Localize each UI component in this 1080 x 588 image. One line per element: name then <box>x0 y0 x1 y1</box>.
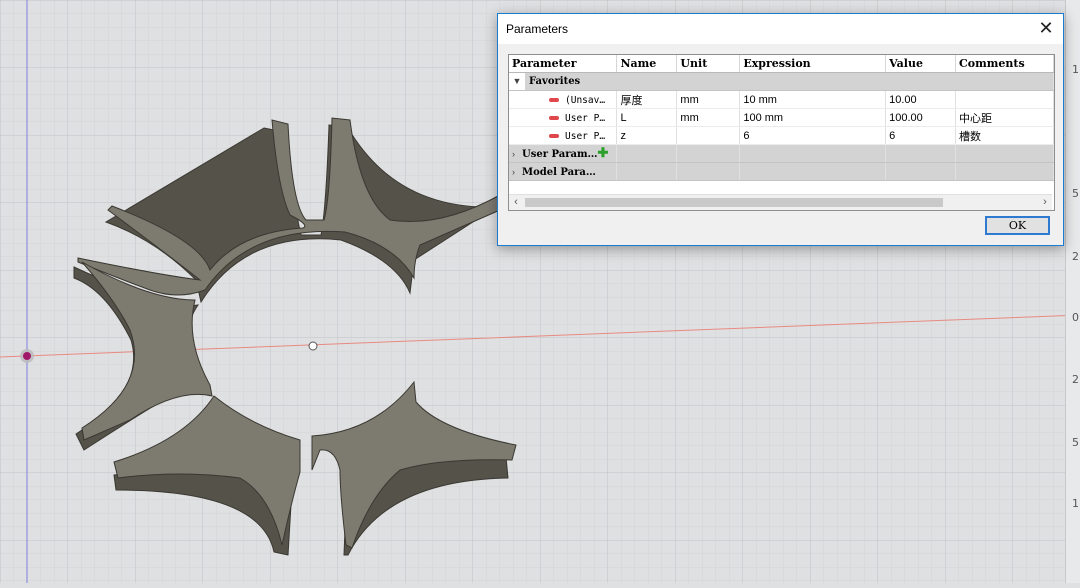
cell-value: 100.00 <box>885 108 957 127</box>
user-parameters-group-row[interactable]: › User Param…✚ <box>509 144 1054 163</box>
model-params-label: Model Para… <box>522 166 596 178</box>
cell-name[interactable]: L <box>616 108 678 127</box>
parameters-dialog: Parameters ✕ Parameter Name Unit Express… <box>497 13 1064 246</box>
cell-value: 6 <box>885 126 957 145</box>
ruler-label: 1 <box>1072 63 1079 76</box>
cell-parameter: User P… <box>565 130 606 142</box>
favorites-group-row[interactable]: ▼ Favorites <box>509 72 1054 91</box>
dialog-title: Parameters <box>506 22 569 36</box>
cell-comments[interactable]: 中心距 <box>955 108 1054 127</box>
ruler-label: 0 <box>1072 311 1079 324</box>
cell-expression[interactable]: 6 <box>739 126 887 145</box>
scrollbar-thumb[interactable] <box>525 198 943 207</box>
cell-expression[interactable]: 10 mm <box>739 90 887 109</box>
cell-name[interactable]: 厚度 <box>616 90 678 109</box>
column-header-value[interactable]: Value <box>885 55 957 73</box>
close-button[interactable]: ✕ <box>1029 14 1063 44</box>
cell-unit[interactable]: mm <box>676 90 741 109</box>
horizontal-scrollbar[interactable]: ‹ › <box>509 194 1052 210</box>
origin-point[interactable] <box>23 352 31 360</box>
column-header-comments[interactable]: Comments <box>955 55 1054 73</box>
table-row[interactable]: User P… L mm 100 mm 100.00 中心距 <box>509 108 1054 127</box>
cell-comments[interactable]: 槽数 <box>955 126 1054 145</box>
cell-parameter: User P… <box>565 112 606 124</box>
table-empty-row <box>509 181 1054 189</box>
ruler-label: 1 <box>1072 497 1079 510</box>
cell-parameter: (Unsav… <box>565 94 606 106</box>
column-header-expression[interactable]: Expression <box>739 55 887 73</box>
ruler-label: 2 <box>1072 373 1079 386</box>
add-parameter-icon[interactable]: ✚ <box>598 145 609 160</box>
scroll-left-icon[interactable]: ‹ <box>509 195 523 210</box>
model-parameters-group-row[interactable]: › Model Para… <box>509 162 1054 181</box>
favorites-label: Favorites <box>525 73 1053 90</box>
chevron-down-icon[interactable]: ▼ <box>509 73 525 90</box>
table-row[interactable]: User P… z 6 6 槽数 <box>509 126 1054 145</box>
cell-value: 10.00 <box>885 90 957 109</box>
chevron-right-icon[interactable]: › <box>512 167 522 177</box>
cell-expression[interactable]: 100 mm <box>739 108 887 127</box>
column-header-name[interactable]: Name <box>616 55 678 73</box>
parameter-type-icon <box>549 97 559 102</box>
cell-unit[interactable] <box>676 126 741 145</box>
ruler-label: 5 <box>1072 436 1079 449</box>
table-header-row: Parameter Name Unit Expression Value Com… <box>509 55 1054 73</box>
chevron-right-icon[interactable]: › <box>512 149 522 159</box>
cell-name[interactable]: z <box>616 126 678 145</box>
ruler-label: 2 <box>1072 250 1079 263</box>
ok-button[interactable]: OK <box>985 216 1050 235</box>
scroll-right-icon[interactable]: › <box>1038 195 1052 210</box>
table-row[interactable]: (Unsav… 厚度 mm 10 mm 10.00 <box>509 90 1054 109</box>
cell-unit[interactable]: mm <box>676 108 741 127</box>
dialog-titlebar[interactable]: Parameters ✕ <box>498 14 1063 44</box>
parameter-type-icon <box>549 133 559 138</box>
ruler-label: 5 <box>1072 187 1079 200</box>
column-header-unit[interactable]: Unit <box>676 55 741 73</box>
viewport-ruler: 1 5 2 0 2 5 1 <box>1065 0 1080 583</box>
user-params-label: User Param… <box>522 148 598 160</box>
cell-comments[interactable] <box>955 90 1054 109</box>
column-header-parameter[interactable]: Parameter <box>509 55 618 73</box>
parameter-type-icon <box>549 115 559 120</box>
part-center-point[interactable] <box>308 341 318 351</box>
parameters-table: Parameter Name Unit Expression Value Com… <box>508 54 1055 211</box>
